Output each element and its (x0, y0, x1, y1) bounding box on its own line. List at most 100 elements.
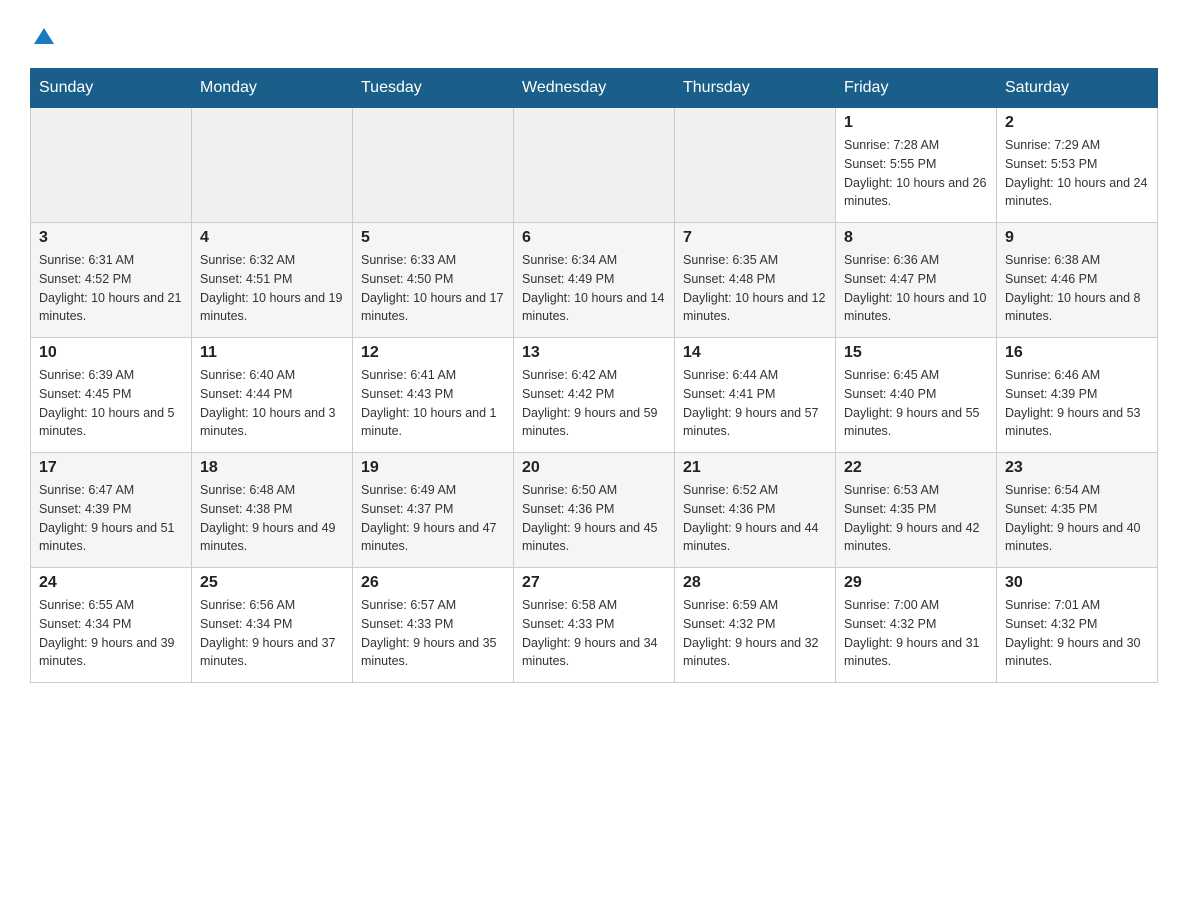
day-info: Sunrise: 6:38 AMSunset: 4:46 PMDaylight:… (1005, 251, 1149, 326)
weekday-header-saturday: Saturday (997, 69, 1158, 108)
day-info: Sunrise: 6:49 AMSunset: 4:37 PMDaylight:… (361, 481, 505, 556)
weekday-header-row: SundayMondayTuesdayWednesdayThursdayFrid… (31, 69, 1158, 108)
calendar-cell-4-3: 19 Sunrise: 6:49 AMSunset: 4:37 PMDayligh… (353, 453, 514, 568)
day-number: 4 (200, 229, 344, 247)
day-info: Sunrise: 6:32 AMSunset: 4:51 PMDaylight:… (200, 251, 344, 326)
weekday-header-wednesday: Wednesday (514, 69, 675, 108)
day-number: 5 (361, 229, 505, 247)
day-number: 12 (361, 344, 505, 362)
calendar-cell-2-1: 3 Sunrise: 6:31 AMSunset: 4:52 PMDaylight… (31, 223, 192, 338)
day-number: 10 (39, 344, 183, 362)
day-number: 16 (1005, 344, 1149, 362)
calendar-cell-5-2: 25Sunrise: 6:56 AMSunset: 4:34 PMDayligh… (192, 568, 353, 683)
day-info: Sunrise: 6:34 AMSunset: 4:49 PMDaylight:… (522, 251, 666, 326)
day-info: Sunrise: 6:52 AMSunset: 4:36 PMDaylight:… (683, 481, 827, 556)
day-number: 2 (1005, 114, 1149, 132)
calendar-cell-4-7: 23 Sunrise: 6:54 AMSunset: 4:35 PMDayligh… (997, 453, 1158, 568)
calendar-table: SundayMondayTuesdayWednesdayThursdayFrid… (30, 68, 1158, 683)
calendar-cell-5-7: 30 Sunrise: 7:01 AMSunset: 4:32 PMDayligh… (997, 568, 1158, 683)
calendar-cell-4-6: 22 Sunrise: 6:53 AMSunset: 4:35 PMDayligh… (836, 453, 997, 568)
day-number: 25 (200, 574, 344, 592)
weekday-header-tuesday: Tuesday (353, 69, 514, 108)
day-number: 23 (1005, 459, 1149, 477)
calendar-cell-1-3 (353, 108, 514, 223)
week-row-5: 24 Sunrise: 6:55 AMSunset: 4:34 PMDayligh… (31, 568, 1158, 683)
calendar-cell-3-6: 15 Sunrise: 6:45 AMSunset: 4:40 PMDayligh… (836, 338, 997, 453)
day-number: 24 (39, 574, 183, 592)
calendar-cell-3-3: 12 Sunrise: 6:41 AMSunset: 4:43 PMDayligh… (353, 338, 514, 453)
week-row-4: 17 Sunrise: 6:47 AMSunset: 4:39 PMDayligh… (31, 453, 1158, 568)
calendar-cell-4-5: 21 Sunrise: 6:52 AMSunset: 4:36 PMDayligh… (675, 453, 836, 568)
day-info: Sunrise: 6:39 AMSunset: 4:45 PMDaylight:… (39, 366, 183, 441)
weekday-header-thursday: Thursday (675, 69, 836, 108)
calendar-cell-4-1: 17 Sunrise: 6:47 AMSunset: 4:39 PMDayligh… (31, 453, 192, 568)
day-number: 8 (844, 229, 988, 247)
calendar-cell-5-4: 27 Sunrise: 6:58 AMSunset: 4:33 PMDayligh… (514, 568, 675, 683)
calendar-cell-3-7: 16 Sunrise: 6:46 AMSunset: 4:39 PMDayligh… (997, 338, 1158, 453)
calendar-cell-3-2: 11Sunrise: 6:40 AMSunset: 4:44 PMDayligh… (192, 338, 353, 453)
calendar-cell-3-1: 10 Sunrise: 6:39 AMSunset: 4:45 PMDayligh… (31, 338, 192, 453)
day-number: 14 (683, 344, 827, 362)
day-info: Sunrise: 6:35 AMSunset: 4:48 PMDaylight:… (683, 251, 827, 326)
calendar-cell-2-7: 9Sunrise: 6:38 AMSunset: 4:46 PMDaylight… (997, 223, 1158, 338)
page-header (30, 20, 1158, 48)
day-info: Sunrise: 6:33 AMSunset: 4:50 PMDaylight:… (361, 251, 505, 326)
day-number: 18 (200, 459, 344, 477)
calendar-cell-5-3: 26Sunrise: 6:57 AMSunset: 4:33 PMDayligh… (353, 568, 514, 683)
day-number: 20 (522, 459, 666, 477)
calendar-cell-1-6: 1 Sunrise: 7:28 AMSunset: 5:55 PMDaylight… (836, 108, 997, 223)
calendar-cell-2-4: 6 Sunrise: 6:34 AMSunset: 4:49 PMDaylight… (514, 223, 675, 338)
day-info: Sunrise: 6:47 AMSunset: 4:39 PMDaylight:… (39, 481, 183, 556)
day-info: Sunrise: 6:59 AMSunset: 4:32 PMDaylight:… (683, 596, 827, 671)
logo-general-text (30, 20, 54, 48)
calendar-cell-3-4: 13 Sunrise: 6:42 AMSunset: 4:42 PMDayligh… (514, 338, 675, 453)
day-number: 3 (39, 229, 183, 247)
logo (30, 20, 54, 48)
day-number: 6 (522, 229, 666, 247)
calendar-cell-2-5: 7 Sunrise: 6:35 AMSunset: 4:48 PMDaylight… (675, 223, 836, 338)
weekday-header-monday: Monday (192, 69, 353, 108)
day-info: Sunrise: 7:01 AMSunset: 4:32 PMDaylight:… (1005, 596, 1149, 671)
day-info: Sunrise: 6:31 AMSunset: 4:52 PMDaylight:… (39, 251, 183, 326)
calendar-cell-2-6: 8Sunrise: 6:36 AMSunset: 4:47 PMDaylight… (836, 223, 997, 338)
day-info: Sunrise: 6:41 AMSunset: 4:43 PMDaylight:… (361, 366, 505, 441)
day-number: 11 (200, 344, 344, 362)
day-number: 19 (361, 459, 505, 477)
day-info: Sunrise: 6:54 AMSunset: 4:35 PMDaylight:… (1005, 481, 1149, 556)
day-number: 17 (39, 459, 183, 477)
calendar-cell-1-7: 2 Sunrise: 7:29 AMSunset: 5:53 PMDaylight… (997, 108, 1158, 223)
week-row-1: 1 Sunrise: 7:28 AMSunset: 5:55 PMDaylight… (31, 108, 1158, 223)
day-info: Sunrise: 7:29 AMSunset: 5:53 PMDaylight:… (1005, 136, 1149, 211)
week-row-2: 3 Sunrise: 6:31 AMSunset: 4:52 PMDaylight… (31, 223, 1158, 338)
day-info: Sunrise: 6:42 AMSunset: 4:42 PMDaylight:… (522, 366, 666, 441)
day-number: 27 (522, 574, 666, 592)
calendar-cell-1-5 (675, 108, 836, 223)
day-info: Sunrise: 6:58 AMSunset: 4:33 PMDaylight:… (522, 596, 666, 671)
day-number: 1 (844, 114, 988, 132)
day-info: Sunrise: 6:57 AMSunset: 4:33 PMDaylight:… (361, 596, 505, 671)
day-info: Sunrise: 7:28 AMSunset: 5:55 PMDaylight:… (844, 136, 988, 211)
day-info: Sunrise: 6:50 AMSunset: 4:36 PMDaylight:… (522, 481, 666, 556)
calendar-cell-1-4 (514, 108, 675, 223)
day-number: 7 (683, 229, 827, 247)
calendar-cell-5-5: 28 Sunrise: 6:59 AMSunset: 4:32 PMDayligh… (675, 568, 836, 683)
day-info: Sunrise: 6:44 AMSunset: 4:41 PMDaylight:… (683, 366, 827, 441)
day-number: 30 (1005, 574, 1149, 592)
calendar-cell-5-6: 29Sunrise: 7:00 AMSunset: 4:32 PMDayligh… (836, 568, 997, 683)
day-number: 21 (683, 459, 827, 477)
day-number: 29 (844, 574, 988, 592)
day-info: Sunrise: 6:53 AMSunset: 4:35 PMDaylight:… (844, 481, 988, 556)
day-info: Sunrise: 6:55 AMSunset: 4:34 PMDaylight:… (39, 596, 183, 671)
week-row-3: 10 Sunrise: 6:39 AMSunset: 4:45 PMDayligh… (31, 338, 1158, 453)
day-number: 15 (844, 344, 988, 362)
day-number: 13 (522, 344, 666, 362)
calendar-cell-5-1: 24 Sunrise: 6:55 AMSunset: 4:34 PMDayligh… (31, 568, 192, 683)
calendar-cell-1-2 (192, 108, 353, 223)
calendar-cell-3-5: 14 Sunrise: 6:44 AMSunset: 4:41 PMDayligh… (675, 338, 836, 453)
day-number: 28 (683, 574, 827, 592)
calendar-cell-4-4: 20 Sunrise: 6:50 AMSunset: 4:36 PMDayligh… (514, 453, 675, 568)
day-number: 22 (844, 459, 988, 477)
day-info: Sunrise: 6:45 AMSunset: 4:40 PMDaylight:… (844, 366, 988, 441)
weekday-header-friday: Friday (836, 69, 997, 108)
day-info: Sunrise: 6:46 AMSunset: 4:39 PMDaylight:… (1005, 366, 1149, 441)
